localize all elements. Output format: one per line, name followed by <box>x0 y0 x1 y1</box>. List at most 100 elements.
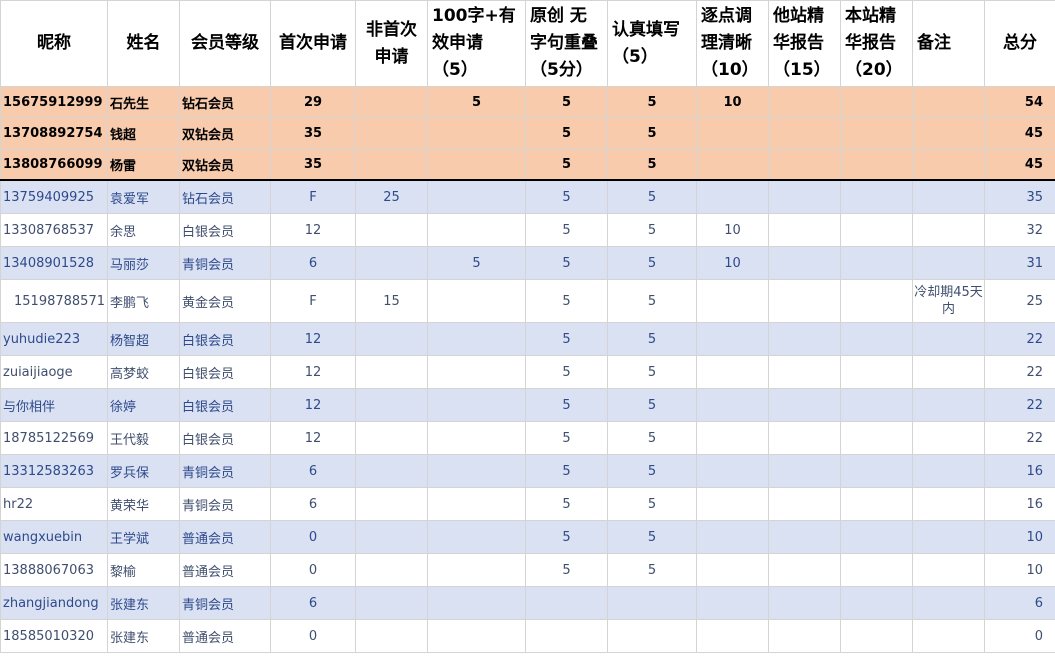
cell-nick[interactable]: zuiaijiaoge <box>0 355 108 389</box>
cell-other[interactable] <box>768 520 841 554</box>
cell-note[interactable] <box>912 246 985 280</box>
header-point[interactable]: 逐点调 理清晰 （10） <box>696 0 769 87</box>
cell-care[interactable]: 5 <box>607 355 697 389</box>
cell-orig[interactable]: 5 <box>525 279 608 323</box>
cell-point[interactable]: 10 <box>696 246 769 280</box>
cell-orig[interactable]: 5 <box>525 520 608 554</box>
cell-total[interactable]: 16 <box>984 487 1055 521</box>
cell-total[interactable]: 6 <box>984 586 1055 620</box>
cell-other[interactable] <box>768 148 841 181</box>
cell-point[interactable] <box>696 355 769 389</box>
cell-other[interactable] <box>768 553 841 587</box>
cell-site[interactable] <box>840 586 913 620</box>
cell-nick[interactable]: 13408901528 <box>0 246 108 280</box>
cell-point[interactable] <box>696 421 769 455</box>
cell-orig[interactable]: 5 <box>525 117 608 149</box>
cell-point[interactable] <box>696 388 769 422</box>
cell-other[interactable] <box>768 279 841 323</box>
cell-point[interactable] <box>696 619 769 653</box>
cell-site[interactable] <box>840 246 913 280</box>
cell-valid[interactable] <box>427 619 526 653</box>
cell-valid[interactable]: 5 <box>427 86 526 118</box>
cell-valid[interactable] <box>427 355 526 389</box>
cell-nick[interactable]: zhangjiandong <box>0 586 108 620</box>
cell-note[interactable] <box>912 487 985 521</box>
cell-level[interactable]: 黄金会员 <box>179 279 271 323</box>
cell-note[interactable] <box>912 421 985 455</box>
header-original[interactable]: 原创 无字句重叠 （5分） <box>525 0 608 87</box>
cell-name[interactable]: 石先生 <box>107 86 180 118</box>
cell-care[interactable]: 5 <box>607 213 697 247</box>
cell-orig[interactable]: 5 <box>525 179 608 214</box>
cell-total[interactable]: 25 <box>984 279 1055 323</box>
cell-note[interactable] <box>912 619 985 653</box>
cell-site[interactable] <box>840 322 913 356</box>
cell-site[interactable] <box>840 148 913 181</box>
cell-nick[interactable]: 13808766099 <box>0 148 108 181</box>
cell-name[interactable]: 张建东 <box>107 586 180 620</box>
cell-other[interactable] <box>768 487 841 521</box>
cell-care[interactable]: 5 <box>607 246 697 280</box>
cell-other[interactable] <box>768 388 841 422</box>
cell-total[interactable]: 54 <box>984 86 1055 118</box>
cell-other[interactable] <box>768 117 841 149</box>
cell-nick[interactable]: yuhudie223 <box>0 322 108 356</box>
cell-site[interactable] <box>840 355 913 389</box>
cell-name[interactable]: 马丽莎 <box>107 246 180 280</box>
cell-orig[interactable]: 5 <box>525 454 608 488</box>
cell-care[interactable]: 5 <box>607 421 697 455</box>
cell-note[interactable] <box>912 388 985 422</box>
cell-valid[interactable] <box>427 421 526 455</box>
cell-nonfirst[interactable] <box>355 355 428 389</box>
cell-site[interactable] <box>840 279 913 323</box>
cell-point[interactable]: 10 <box>696 213 769 247</box>
cell-care[interactable] <box>607 619 697 653</box>
cell-valid[interactable] <box>427 179 526 214</box>
cell-care[interactable]: 5 <box>607 487 697 521</box>
cell-note[interactable] <box>912 179 985 214</box>
cell-level[interactable]: 白银会员 <box>179 388 271 422</box>
cell-nonfirst[interactable] <box>355 117 428 149</box>
cell-care[interactable]: 5 <box>607 388 697 422</box>
cell-site[interactable] <box>840 388 913 422</box>
cell-other[interactable] <box>768 586 841 620</box>
cell-site[interactable] <box>840 179 913 214</box>
cell-note[interactable] <box>912 586 985 620</box>
cell-nick[interactable]: wangxuebin <box>0 520 108 554</box>
cell-first[interactable]: 35 <box>270 148 356 181</box>
cell-site[interactable] <box>840 619 913 653</box>
cell-other[interactable] <box>768 322 841 356</box>
cell-name[interactable]: 王代毅 <box>107 421 180 455</box>
cell-first[interactable]: 6 <box>270 454 356 488</box>
cell-level[interactable]: 白银会员 <box>179 421 271 455</box>
cell-note[interactable] <box>912 213 985 247</box>
cell-other[interactable] <box>768 454 841 488</box>
cell-total[interactable]: 22 <box>984 355 1055 389</box>
cell-total[interactable]: 45 <box>984 117 1055 149</box>
cell-note[interactable] <box>912 454 985 488</box>
cell-level[interactable]: 双钻会员 <box>179 117 271 149</box>
cell-total[interactable]: 22 <box>984 388 1055 422</box>
cell-first[interactable]: 0 <box>270 553 356 587</box>
cell-nick[interactable]: 18585010320 <box>0 619 108 653</box>
cell-point[interactable] <box>696 179 769 214</box>
cell-other[interactable] <box>768 246 841 280</box>
cell-nick[interactable]: 13308768537 <box>0 213 108 247</box>
cell-other[interactable] <box>768 86 841 118</box>
cell-other[interactable] <box>768 213 841 247</box>
cell-orig[interactable]: 5 <box>525 421 608 455</box>
cell-valid[interactable] <box>427 553 526 587</box>
cell-name[interactable]: 李鹏飞 <box>107 279 180 323</box>
cell-nonfirst[interactable] <box>355 553 428 587</box>
cell-nonfirst[interactable] <box>355 388 428 422</box>
header-this-site[interactable]: 本站精 华报告 （20） <box>840 0 913 87</box>
cell-note[interactable]: 冷却期45天内 <box>912 279 985 323</box>
cell-care[interactable]: 5 <box>607 279 697 323</box>
cell-note[interactable] <box>912 86 985 118</box>
cell-level[interactable]: 青铜会员 <box>179 246 271 280</box>
cell-nick[interactable]: 与你相伴 <box>0 388 108 422</box>
cell-point[interactable] <box>696 586 769 620</box>
cell-first[interactable]: 6 <box>270 586 356 620</box>
cell-first[interactable]: F <box>270 179 356 214</box>
cell-nonfirst[interactable] <box>355 322 428 356</box>
